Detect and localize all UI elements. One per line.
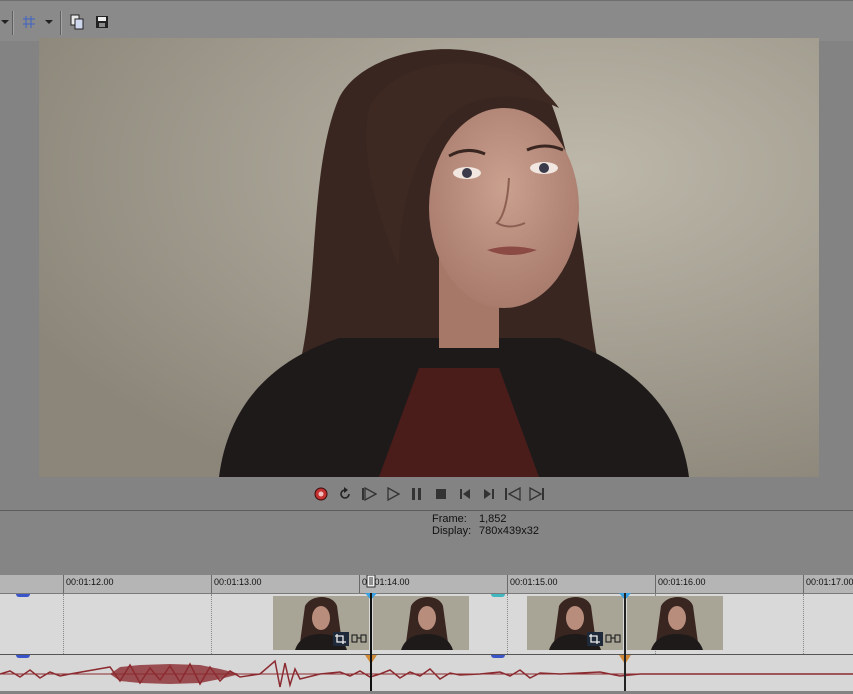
ruler-tick-label: 00:01:13.00 <box>214 577 262 587</box>
crop-icon[interactable] <box>333 632 349 646</box>
dropdown-arrow-icon[interactable] <box>0 13 10 31</box>
preview-info-bar: Frame: 1,852 Display: 780x439x32 <box>0 510 853 542</box>
dropdown-arrow-icon[interactable] <box>44 13 54 31</box>
record-button[interactable] <box>311 484 331 504</box>
audio-waveform <box>0 659 853 688</box>
fade-handle[interactable] <box>16 655 30 658</box>
ruler-tick <box>507 575 508 593</box>
fade-handle[interactable] <box>16 594 30 597</box>
toolbar-divider <box>60 11 62 35</box>
grid-line <box>63 594 64 654</box>
save-snapshot-icon[interactable] <box>93 13 111 31</box>
grid-line <box>803 594 804 654</box>
preview-toolbar <box>0 0 853 41</box>
playhead-handle[interactable] <box>366 575 376 589</box>
previous-frame-button[interactable] <box>503 484 523 504</box>
time-ruler[interactable]: 00:01:12.00 00:01:13.00 00:01:14.00 00:0… <box>0 575 853 594</box>
audio-track[interactable] <box>0 655 853 691</box>
display-label: Display: <box>432 525 472 537</box>
grid-line <box>507 594 508 654</box>
transport-bar <box>0 483 853 505</box>
grid-line <box>211 594 212 654</box>
ruler-tick <box>359 575 360 593</box>
ruler-tick <box>63 575 64 593</box>
play-from-start-button[interactable] <box>359 484 379 504</box>
video-frame-image <box>39 38 819 477</box>
pause-button[interactable] <box>407 484 427 504</box>
next-frame-button[interactable] <box>527 484 547 504</box>
grid-icon[interactable] <box>20 13 38 31</box>
go-to-end-button[interactable] <box>479 484 499 504</box>
frame-value: 1,852 <box>479 513 507 525</box>
ruler-tick <box>655 575 656 593</box>
ruler-tick <box>803 575 804 593</box>
loop-button[interactable] <box>335 484 355 504</box>
playhead-cursor[interactable] <box>370 593 372 691</box>
video-event-thumbnail[interactable] <box>373 596 469 650</box>
video-track[interactable] <box>0 594 853 655</box>
copy-snapshot-icon[interactable] <box>68 13 86 31</box>
display-value: 780x439x32 <box>479 525 539 537</box>
stop-button[interactable] <box>431 484 451 504</box>
ruler-tick-label: 00:01:15.00 <box>510 577 558 587</box>
timeline-splitter[interactable] <box>0 541 853 576</box>
ruler-tick-label: 00:01:17.00 <box>806 577 853 587</box>
ruler-tick-label: 00:01:16.00 <box>658 577 706 587</box>
ruler-tick-label: 00:01:12.00 <box>66 577 114 587</box>
go-to-start-button[interactable] <box>455 484 475 504</box>
crop-icon[interactable] <box>587 632 603 646</box>
play-button[interactable] <box>383 484 403 504</box>
edit-line <box>624 593 626 691</box>
event-fx-icon[interactable] <box>351 632 367 646</box>
event-fx-icon[interactable] <box>605 632 621 646</box>
video-event-thumbnail[interactable] <box>273 596 369 650</box>
video-event-thumbnail[interactable] <box>627 596 723 650</box>
video-preview[interactable] <box>39 38 819 477</box>
video-event-thumbnail[interactable] <box>527 596 623 650</box>
frame-label: Frame: <box>432 513 467 525</box>
toolbar-divider <box>12 11 14 35</box>
fade-handle[interactable] <box>491 594 505 597</box>
ruler-tick <box>211 575 212 593</box>
fade-handle[interactable] <box>491 655 505 658</box>
